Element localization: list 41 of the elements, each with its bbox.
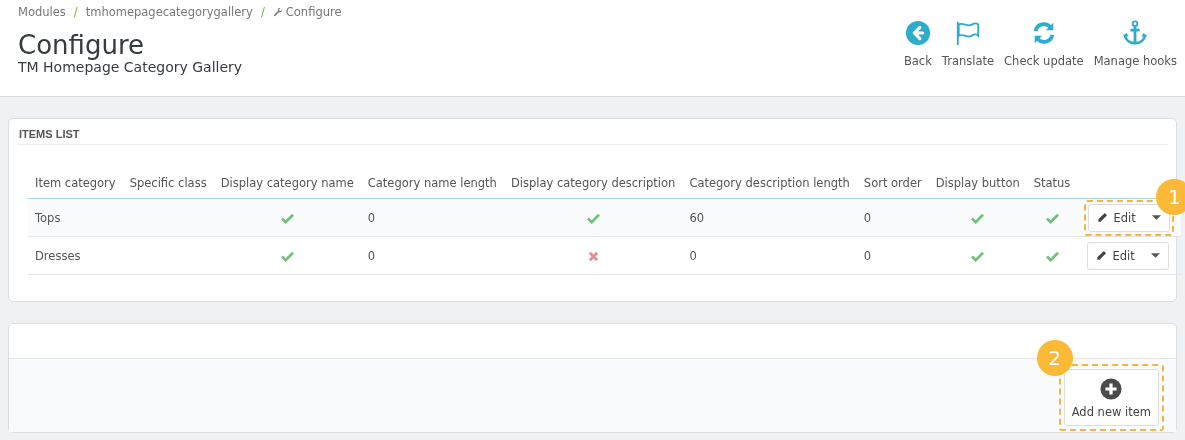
breadcrumb-separator: /	[260, 5, 265, 19]
table-cell: 0	[856, 198, 929, 237]
wrench-icon	[272, 7, 283, 17]
breadcrumb-link[interactable]: Modules	[18, 5, 66, 19]
column-header: Specific class	[122, 168, 214, 199]
toolbar-button[interactable]: Manage hooks	[1091, 20, 1179, 68]
plus-circle-icon	[1100, 378, 1123, 400]
column-header: Status	[1026, 168, 1078, 199]
toolbar-button[interactable]: Back	[901, 20, 934, 68]
pencil-icon	[1097, 212, 1109, 223]
table-cell: Tops	[28, 198, 123, 237]
edit-button[interactable]: Edit	[1087, 241, 1170, 270]
table-cell: 0	[682, 236, 857, 275]
column-header: Display category name	[213, 168, 361, 199]
table-cell: 0	[360, 198, 504, 237]
toolbar-button[interactable]: Translate	[939, 20, 997, 68]
caret-icon	[1151, 252, 1161, 259]
callout-badge: 2	[1036, 340, 1073, 376]
column-header: Display button	[928, 168, 1027, 199]
anchor-icon	[1122, 20, 1149, 46]
page-title: Configure	[18, 31, 145, 59]
table-cell: 0	[856, 236, 929, 275]
column-header: Sort order	[856, 168, 929, 199]
callout-badge: 1	[1156, 178, 1185, 215]
toolbar-button[interactable]: Check update	[1002, 20, 1086, 68]
column-header: Item category	[28, 168, 123, 199]
panel-heading: ITEMS LIST	[17, 119, 1168, 145]
breadcrumb-link[interactable]: tmhomepagecategorygallery	[85, 5, 253, 19]
table-cell: 60	[682, 198, 857, 237]
table-cell: 0	[360, 236, 504, 275]
page-subtitle: TM Homepage Category Gallery	[18, 59, 244, 75]
edit-button[interactable]: Edit	[1088, 203, 1171, 232]
table-cell: Dresses	[28, 236, 123, 275]
flag-icon	[954, 20, 981, 46]
column-header: Display category description	[503, 168, 683, 199]
column-header: Category name length	[360, 168, 504, 199]
pencil-icon	[1096, 250, 1108, 261]
caret-icon	[1152, 214, 1162, 221]
column-header: Category description length	[682, 168, 857, 199]
breadcrumb-separator: /	[73, 5, 78, 19]
add-new-item-button[interactable]: Add new item	[1063, 369, 1159, 426]
